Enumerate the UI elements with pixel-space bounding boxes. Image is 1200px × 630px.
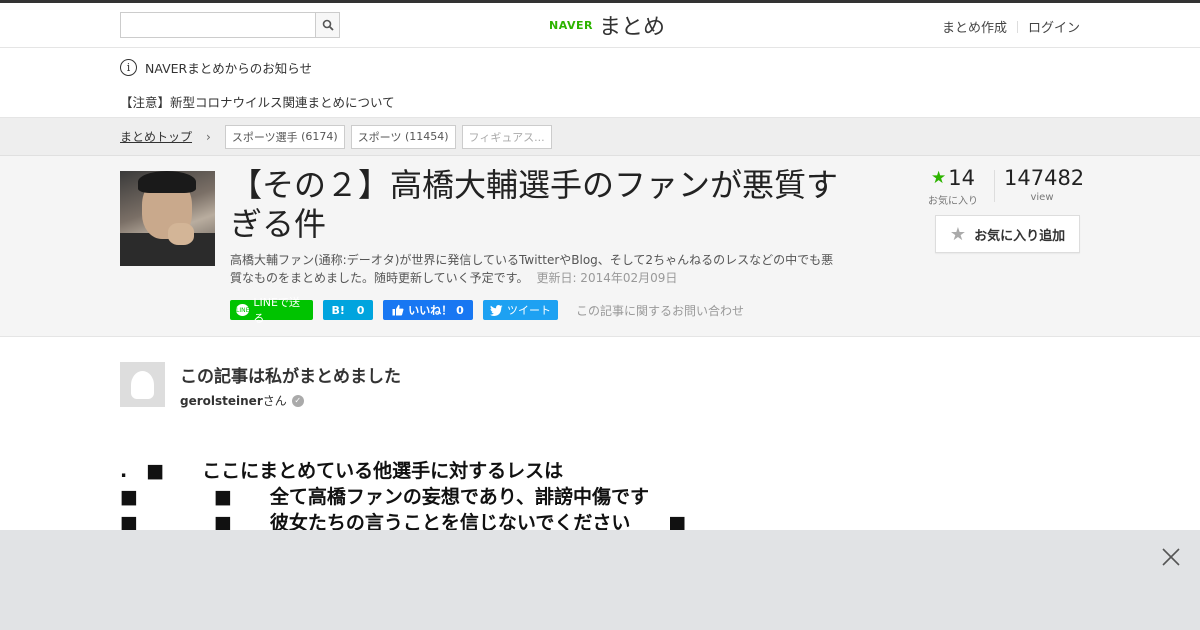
views-count: 147482 bbox=[1004, 166, 1085, 190]
tag-label: フィギュアス... bbox=[468, 130, 545, 144]
thumbs-up-icon bbox=[392, 304, 404, 316]
verified-check-icon: ✓ bbox=[291, 394, 304, 407]
search-box bbox=[120, 12, 340, 38]
updated-date: 更新日: 2014年02月09日 bbox=[536, 271, 678, 285]
logo-brand: NAVER bbox=[549, 18, 593, 32]
tag-sports-player[interactable]: スポーツ選手 (6174) bbox=[224, 124, 345, 149]
favorites-number: ★ 14 bbox=[928, 166, 978, 190]
login-link[interactable]: ログイン bbox=[1028, 17, 1080, 36]
author-name-row: gerolsteinerさん ✓ bbox=[180, 392, 304, 409]
tweet-button[interactable]: ツイート bbox=[483, 300, 558, 320]
facebook-like-button[interactable]: いいね！ 0 bbox=[383, 300, 473, 320]
tag-count: (11454) bbox=[404, 130, 449, 143]
views-label: view bbox=[1030, 192, 1054, 203]
close-icon[interactable] bbox=[1162, 548, 1180, 566]
tag-label: スポーツ選手 bbox=[231, 130, 298, 144]
share-bar: LINE LINEで送る B! 0 いいね！ 0 ツイート この記事に関するお問い… bbox=[230, 296, 744, 325]
article-header: 【その２】高橋大輔選手のファンが悪質すぎる件 高橋大輔ファン(通称:デーオタ)が… bbox=[0, 156, 1200, 337]
line-share-label: LINEで送る bbox=[253, 296, 300, 325]
notice-area: i NAVERまとめからのお知らせ 【注意】新型コロナウイルス関連まとめについて bbox=[0, 48, 1200, 118]
author-name-link[interactable]: gerolsteiner bbox=[180, 394, 263, 408]
article-title: 【その２】高橋大輔選手のファンが悪質すぎる件 bbox=[230, 166, 839, 243]
add-favorite-label: お気に入り追加 bbox=[974, 228, 1066, 244]
description-text: 高橋大輔ファン(通称:デーオタ)が世界に発信しているTwitterやBlog、そ… bbox=[230, 253, 834, 285]
tag-count: (6174) bbox=[301, 130, 338, 143]
chevron-right-icon: › bbox=[206, 129, 211, 144]
facebook-like-label: いいね！ 0 bbox=[408, 304, 464, 317]
author-heading: この記事は私がまとめました bbox=[180, 367, 401, 387]
author-name-wrap: gerolsteinerさん bbox=[180, 392, 287, 409]
stats-divider bbox=[994, 170, 995, 202]
views-stat: 147482 view bbox=[1004, 166, 1085, 203]
nav-divider bbox=[1016, 20, 1018, 33]
article-body: . ■ ここにまとめている他選手に対するレスは ■ ■ 全て高橋ファンの妄想であり… bbox=[120, 458, 686, 536]
line-icon: LINE bbox=[236, 304, 250, 316]
notice-title-text: NAVERまとめからのお知らせ bbox=[145, 61, 312, 76]
notice-item-link[interactable]: 【注意】新型コロナウイルス関連まとめについて bbox=[120, 92, 395, 111]
avatar[interactable] bbox=[120, 362, 165, 407]
hatena-bookmark-button[interactable]: B! 0 bbox=[323, 300, 373, 320]
article-thumbnail[interactable] bbox=[120, 171, 215, 266]
search-icon bbox=[322, 19, 334, 31]
twitter-bird-icon bbox=[490, 304, 503, 316]
search-button[interactable] bbox=[315, 12, 340, 38]
favorites-label: お気に入り bbox=[928, 196, 978, 207]
line-share-button[interactable]: LINE LINEで送る bbox=[230, 296, 313, 325]
search-input[interactable] bbox=[120, 12, 315, 38]
tweet-label: ツイート bbox=[507, 304, 551, 317]
thumb-hair bbox=[138, 171, 196, 193]
ad-overlay bbox=[0, 530, 1200, 630]
hatena-icon: B! bbox=[331, 303, 345, 317]
favorites-stat: ★ 14 お気に入り bbox=[928, 166, 978, 207]
star-icon: ★ bbox=[931, 168, 947, 188]
breadcrumb-top-link[interactable]: まとめトップ bbox=[120, 128, 192, 145]
favorites-count: 14 bbox=[948, 166, 975, 190]
tag-figure-skating[interactable]: フィギュアス... bbox=[461, 124, 552, 149]
header-nav: まとめ作成 ログイン bbox=[942, 17, 1080, 36]
default-avatar-icon bbox=[131, 371, 154, 399]
star-outline-icon: ★ bbox=[949, 223, 967, 245]
body-line: ■ ■ 全て高橋ファンの妄想であり、誹謗中傷です bbox=[120, 486, 649, 508]
breadcrumb: まとめトップ › スポーツ選手 (6174) スポーツ (11454) フィギュ… bbox=[0, 118, 1200, 156]
create-matome-link[interactable]: まとめ作成 bbox=[942, 17, 1007, 36]
hatena-count: 0 bbox=[356, 303, 365, 317]
logo-service: まとめ bbox=[598, 15, 665, 40]
article-description: 高橋大輔ファン(通称:デーオタ)が世界に発信しているTwitterやBlog、そ… bbox=[230, 251, 840, 287]
add-favorite-button[interactable]: ★ お気に入り追加 bbox=[935, 215, 1080, 253]
article-stats: ★ 14 お気に入り 147482 view bbox=[928, 166, 1085, 207]
site-header: NAVER まとめ まとめ作成 ログイン bbox=[0, 3, 1200, 48]
contact-link[interactable]: この記事に関するお問い合わせ bbox=[576, 302, 744, 319]
notice-title: i NAVERまとめからのお知らせ bbox=[120, 58, 312, 77]
author-suffix: さん bbox=[262, 394, 287, 408]
info-icon: i bbox=[120, 59, 137, 76]
body-line: . ■ ここにまとめている他選手に対するレスは bbox=[120, 460, 564, 482]
tag-sports[interactable]: スポーツ (11454) bbox=[350, 124, 456, 149]
site-logo[interactable]: NAVER まとめ bbox=[549, 9, 665, 41]
thumb-hand bbox=[168, 223, 194, 245]
tag-label: スポーツ bbox=[357, 130, 402, 144]
